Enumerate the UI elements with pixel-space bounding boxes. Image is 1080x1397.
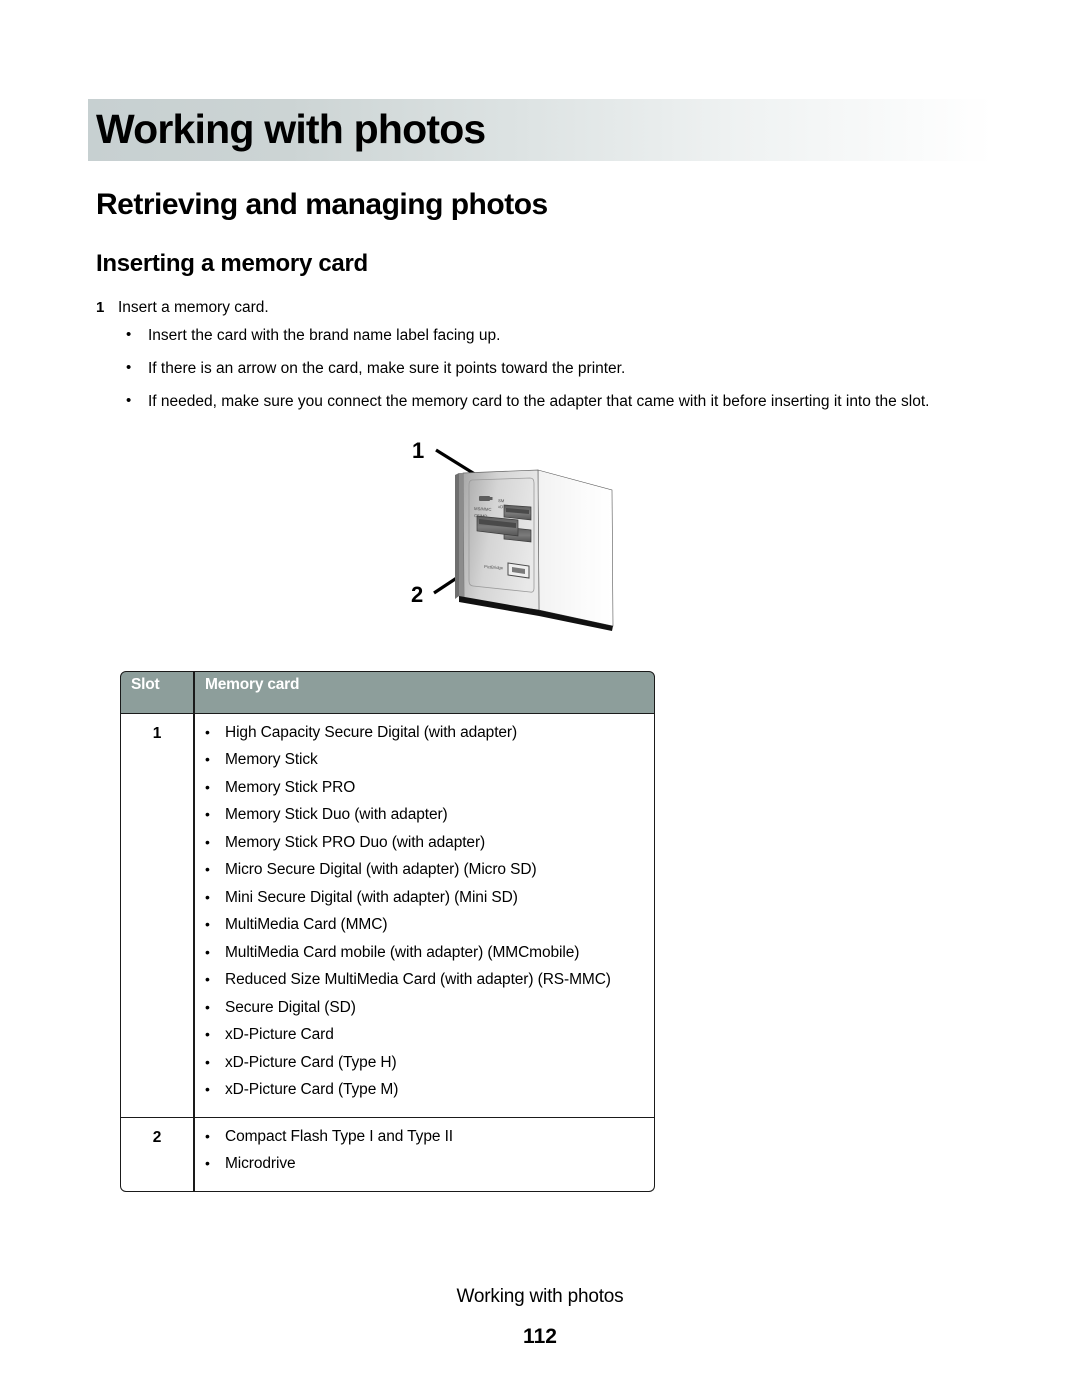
bullet-glyph: •: [205, 998, 210, 1015]
bullet-glyph: •: [205, 778, 210, 795]
list-item: • Compact Flash Type I and Type II: [205, 1126, 648, 1148]
bullet-glyph: •: [205, 833, 210, 850]
column-header-memory-card: Memory card: [194, 671, 655, 714]
step-bullet-list: • Insert the card with the brand name la…: [126, 325, 976, 424]
list-item: • xD-Picture Card: [205, 1024, 648, 1046]
bullet-glyph: •: [205, 806, 210, 823]
slot-number-cell: 1: [120, 714, 194, 1118]
bullet-glyph: •: [205, 1127, 210, 1144]
svg-text:CF/MD: CF/MD: [474, 513, 488, 519]
bullet-glyph: •: [205, 724, 210, 740]
list-item-label: High Capacity Secure Digital (with adapt…: [225, 724, 518, 741]
bullet-glyph: •: [205, 971, 210, 988]
list-item: • Memory Stick PRO: [205, 777, 648, 799]
memory-card-table: Slot Memory card 1 • High Capacity Secure…: [120, 671, 655, 1192]
table-row: 1 • High Capacity Secure Digital (with ad…: [120, 714, 655, 1118]
footer-title: Working with photos: [456, 1286, 624, 1307]
list-item: • Memory Stick PRO Duo (with adapter): [205, 832, 648, 854]
step-number: 1: [96, 299, 105, 316]
procedure-step: 1 Insert a memory card.: [96, 298, 976, 319]
memory-card-list-cell: • Compact Flash Type I and Type II • Micro…: [194, 1117, 655, 1192]
list-item-label: xD-Picture Card (Type H): [225, 1053, 397, 1071]
column-header-slot: Slot: [120, 671, 194, 714]
list-item: • Microdrive: [205, 1153, 648, 1175]
callout-number-1: 1: [412, 438, 424, 463]
list-item: • Insert the card with the brand name la…: [126, 325, 976, 346]
list-item-label: Memory Stick: [225, 751, 318, 769]
callout-number-2: 2: [411, 582, 423, 607]
bullet-glyph: •: [126, 359, 132, 377]
list-item-label: Memory Stick PRO: [225, 778, 356, 796]
list-item-label: Microdrive: [225, 1155, 296, 1173]
list-item-label: Mini Secure Digital (with adapter) (Mini…: [225, 888, 518, 906]
chapter-title: Working with photos: [96, 105, 486, 152]
list-item: • Memory Stick: [205, 749, 648, 771]
list-item: • If there is an arrow on the card, make…: [126, 358, 976, 379]
svg-text:MS/MMC: MS/MMC: [474, 506, 492, 512]
table-row: 2 • Compact Flash Type I and Type II • Mic…: [120, 1117, 655, 1192]
bullet-glyph: •: [126, 326, 132, 343]
list-item: • Micro Secure Digital (with adapter) (Mi…: [205, 859, 648, 881]
list-item-label: Reduced Size MultiMedia Card (with adapt…: [225, 971, 611, 989]
memory-card-table-wrapper: Slot Memory card 1 • High Capacity Secure…: [120, 671, 655, 1192]
list-item-label: Memory Stick Duo (with adapter): [225, 806, 448, 824]
list-item: • MultiMedia Card mobile (with adapter) (…: [205, 942, 648, 964]
memory-card-list-cell: • High Capacity Secure Digital (with adap…: [194, 714, 655, 1118]
svg-text:xD: xD: [498, 504, 503, 509]
list-item-label: Secure Digital (SD): [225, 998, 356, 1016]
subsection-heading: Inserting a memory card: [96, 250, 368, 277]
list-item: • xD-Picture Card (Type M): [205, 1079, 648, 1101]
bullet-glyph: •: [205, 916, 210, 933]
list-item-label: xD-Picture Card: [225, 1026, 334, 1044]
list-item: • Memory Stick Duo (with adapter): [205, 804, 648, 826]
list-item: • If needed, make sure you connect the m…: [126, 391, 976, 412]
footer-page-number: 112: [523, 1325, 557, 1348]
bullet-glyph: •: [205, 1081, 210, 1098]
list-item-label: Memory Stick PRO Duo (with adapter): [225, 833, 486, 851]
bullet-glyph: •: [205, 1026, 210, 1043]
section-heading: Retrieving and managing photos: [96, 188, 548, 221]
list-item-label: MultiMedia Card (MMC): [225, 916, 388, 934]
list-item: • Secure Digital (SD): [205, 997, 648, 1019]
list-item-label: If there is an arrow on the card, make s…: [148, 360, 626, 378]
list-item-label: Compact Flash Type I and Type II: [225, 1127, 453, 1145]
bullet-glyph: •: [205, 861, 210, 878]
bullet-glyph: •: [205, 888, 210, 905]
list-item-label: MultiMedia Card mobile (with adapter) (M…: [225, 943, 580, 961]
list-item-label: xD-Picture Card (Type M): [225, 1081, 399, 1099]
step-text: Insert a memory card.: [118, 299, 269, 316]
bullet-glyph: •: [205, 1155, 210, 1172]
list-item: • xD-Picture Card (Type H): [205, 1052, 648, 1074]
list-item: • Reduced Size MultiMedia Card (with adap…: [205, 969, 648, 991]
document-page: Working with photos Retrieving and manag…: [0, 0, 1080, 1397]
bullet-glyph: •: [205, 751, 210, 768]
chapter-banner: Working with photos: [88, 99, 993, 161]
list-item-label: Insert the card with the brand name labe…: [148, 327, 501, 344]
bullet-glyph: •: [205, 1053, 210, 1070]
list-item-label: If needed, make sure you connect the mem…: [148, 393, 930, 411]
list-item: • MultiMedia Card (MMC): [205, 914, 648, 936]
list-item-label: Micro Secure Digital (with adapter) (Mic…: [225, 861, 537, 879]
bullet-glyph: •: [205, 943, 210, 960]
list-item: • Mini Secure Digital (with adapter) (Min…: [205, 887, 648, 909]
bullet-glyph: •: [126, 392, 132, 410]
list-item: • High Capacity Secure Digital (with adap…: [205, 722, 648, 744]
printer-illustration: SM xD MS/MMC CF/MD PictBridge 1 2: [400, 430, 700, 650]
svg-text:SM: SM: [498, 498, 505, 503]
slot-number-cell: 2: [120, 1117, 194, 1192]
table-header-row: Slot Memory card: [120, 671, 655, 714]
